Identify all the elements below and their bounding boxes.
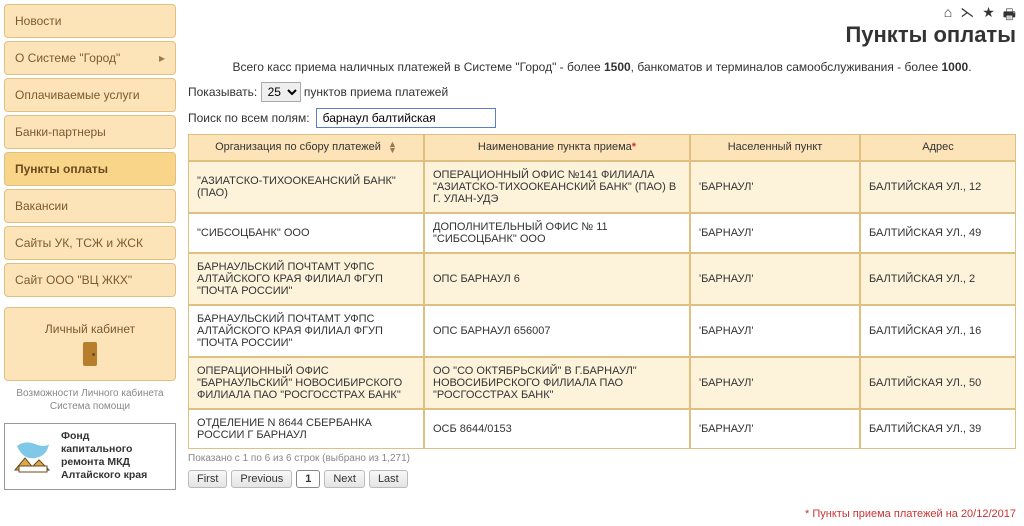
cell-city: 'БАРНАУЛ' bbox=[690, 161, 860, 213]
cell-name: ОПС БАРНАУЛ 656007 bbox=[424, 305, 690, 357]
home-icon[interactable]: ⌂ bbox=[944, 4, 952, 28]
main-content: ⌂ ⋋ ★ 🖶 Пункты оплаты Всего касс приема … bbox=[180, 0, 1024, 526]
footnote: * Пункты приема платежей на 20/12/2017 bbox=[805, 508, 1016, 520]
partner-logo[interactable]: Фонд капитального ремонта МКД Алтайского… bbox=[4, 423, 176, 490]
table-row: "СИБСОЦБАНК" ОООДОПОЛНИТЕЛЬНЫЙ ОФИС № 11… bbox=[188, 213, 1016, 253]
col-org[interactable]: Организация по сбору платежей ▲▼ bbox=[188, 134, 424, 161]
table-row: ОТДЕЛЕНИЕ N 8644 СБЕРБАНКА РОССИИ Г БАРН… bbox=[188, 409, 1016, 449]
pager: First Previous 1 Next Last bbox=[188, 470, 1016, 488]
cell-addr: БАЛТИЙСКАЯ УЛ., 39 bbox=[860, 409, 1016, 449]
page-size-control: Показывать: 25 пунктов приема платежей bbox=[188, 82, 1016, 102]
cell-city: 'БАРНАУЛ' bbox=[690, 409, 860, 449]
search-input[interactable] bbox=[316, 108, 496, 128]
cell-org: БАРНАУЛЬСКИЙ ПОЧТАМТ УФПС АЛТАЙСКОГО КРА… bbox=[188, 253, 424, 305]
cell-name: ОСБ 8644/0153 bbox=[424, 409, 690, 449]
cell-addr: БАЛТИЙСКАЯ УЛ., 2 bbox=[860, 253, 1016, 305]
sidebar-item-2[interactable]: Оплачиваемые услуги bbox=[4, 78, 176, 112]
cell-addr: БАЛТИЙСКАЯ УЛ., 49 bbox=[860, 213, 1016, 253]
sidebar-item-1[interactable]: О Системе "Город" bbox=[4, 41, 176, 75]
table-row: "АЗИАТСКО-ТИХООКЕАНСКИЙ БАНК" (ПАО)ОПЕРА… bbox=[188, 161, 1016, 213]
search-label: Поиск по всем полям: bbox=[188, 111, 310, 125]
cell-addr: БАЛТИЙСКАЯ УЛ., 16 bbox=[860, 305, 1016, 357]
next-button[interactable]: Next bbox=[324, 470, 365, 488]
door-icon bbox=[83, 342, 97, 366]
table-row: БАРНАУЛЬСКИЙ ПОЧТАМТ УФПС АЛТАЙСКОГО КРА… bbox=[188, 305, 1016, 357]
cell-org: БАРНАУЛЬСКИЙ ПОЧТАМТ УФПС АЛТАЙСКОГО КРА… bbox=[188, 305, 424, 357]
first-button[interactable]: First bbox=[188, 470, 227, 488]
house-icon bbox=[11, 438, 55, 474]
col-addr[interactable]: Адрес bbox=[860, 134, 1016, 161]
cell-org: "СИБСОЦБАНК" ООО bbox=[188, 213, 424, 253]
col-city[interactable]: Населенный пункт bbox=[690, 134, 860, 161]
cell-org: ОПЕРАЦИОННЫЙ ОФИС "БАРНАУЛЬСКИЙ" НОВОСИБ… bbox=[188, 357, 424, 409]
sidebar-item-6[interactable]: Сайты УК, ТСЖ и ЖСК bbox=[4, 226, 176, 260]
prev-button[interactable]: Previous bbox=[231, 470, 292, 488]
cell-city: 'БАРНАУЛ' bbox=[690, 253, 860, 305]
sort-icon: ▲▼ bbox=[388, 141, 397, 154]
cell-org: "АЗИАТСКО-ТИХООКЕАНСКИЙ БАНК" (ПАО) bbox=[188, 161, 424, 213]
payments-table: Организация по сбору платежей ▲▼ Наимено… bbox=[188, 134, 1016, 449]
cell-city: 'БАРНАУЛ' bbox=[690, 213, 860, 253]
rss-icon[interactable]: ⋋ bbox=[960, 4, 974, 28]
cell-name: ОПЕРАЦИОННЫЙ ОФИС №141 ФИЛИАЛА "АЗИАТСКО… bbox=[424, 161, 690, 213]
cell-name: ОПС БАРНАУЛ 6 bbox=[424, 253, 690, 305]
col-name[interactable]: Наименование пункта приема* bbox=[424, 134, 690, 161]
last-button[interactable]: Last bbox=[369, 470, 408, 488]
personal-cabinet-button[interactable]: Личный кабинет bbox=[4, 307, 176, 381]
print-icon[interactable]: 🖶 bbox=[1003, 4, 1016, 28]
cell-addr: БАЛТИЙСКАЯ УЛ., 12 bbox=[860, 161, 1016, 213]
cell-addr: БАЛТИЙСКАЯ УЛ., 50 bbox=[860, 357, 1016, 409]
page-size-select[interactable]: 25 bbox=[261, 82, 301, 102]
top-icons: ⌂ ⋋ ★ 🖶 bbox=[944, 4, 1016, 28]
cell-city: 'БАРНАУЛ' bbox=[690, 305, 860, 357]
sidebar: НовостиО Системе "Город"Оплачиваемые усл… bbox=[0, 0, 180, 526]
sidebar-item-5[interactable]: Вакансии bbox=[4, 189, 176, 223]
table-row: БАРНАУЛЬСКИЙ ПОЧТАМТ УФПС АЛТАЙСКОГО КРА… bbox=[188, 253, 1016, 305]
cell-city: 'БАРНАУЛ' bbox=[690, 357, 860, 409]
page-1-button[interactable]: 1 bbox=[296, 470, 320, 488]
cell-name: ДОПОЛНИТЕЛЬНЫЙ ОФИС № 11 "СИБСОЦБАНК" ОО… bbox=[424, 213, 690, 253]
sidebar-item-7[interactable]: Сайт ООО "ВЦ ЖКХ" bbox=[4, 263, 176, 297]
cell-name: ОО "СО ОКТЯБРЬСКИЙ" В Г.БАРНАУЛ" НОВОСИБ… bbox=[424, 357, 690, 409]
cell-org: ОТДЕЛЕНИЕ N 8644 СБЕРБАНКА РОССИИ Г БАРН… bbox=[188, 409, 424, 449]
logo-text: Фонд капитального ремонта МКД Алтайского… bbox=[61, 430, 147, 483]
cabinet-hint: Возможности Личного кабинета Система пом… bbox=[4, 387, 176, 413]
sidebar-item-0[interactable]: Новости bbox=[4, 4, 176, 38]
table-row: ОПЕРАЦИОННЫЙ ОФИС "БАРНАУЛЬСКИЙ" НОВОСИБ… bbox=[188, 357, 1016, 409]
page-title: Пункты оплаты bbox=[188, 22, 1016, 48]
sidebar-item-4[interactable]: Пункты оплаты bbox=[4, 152, 176, 186]
table-summary: Показано с 1 по 6 из 6 строк (выбрано из… bbox=[188, 453, 1016, 464]
cabinet-label: Личный кабинет bbox=[45, 322, 135, 336]
star-icon[interactable]: ★ bbox=[982, 4, 995, 28]
intro-text: Всего касс приема наличных платежей в Си… bbox=[188, 60, 1016, 74]
sidebar-item-3[interactable]: Банки-партнеры bbox=[4, 115, 176, 149]
